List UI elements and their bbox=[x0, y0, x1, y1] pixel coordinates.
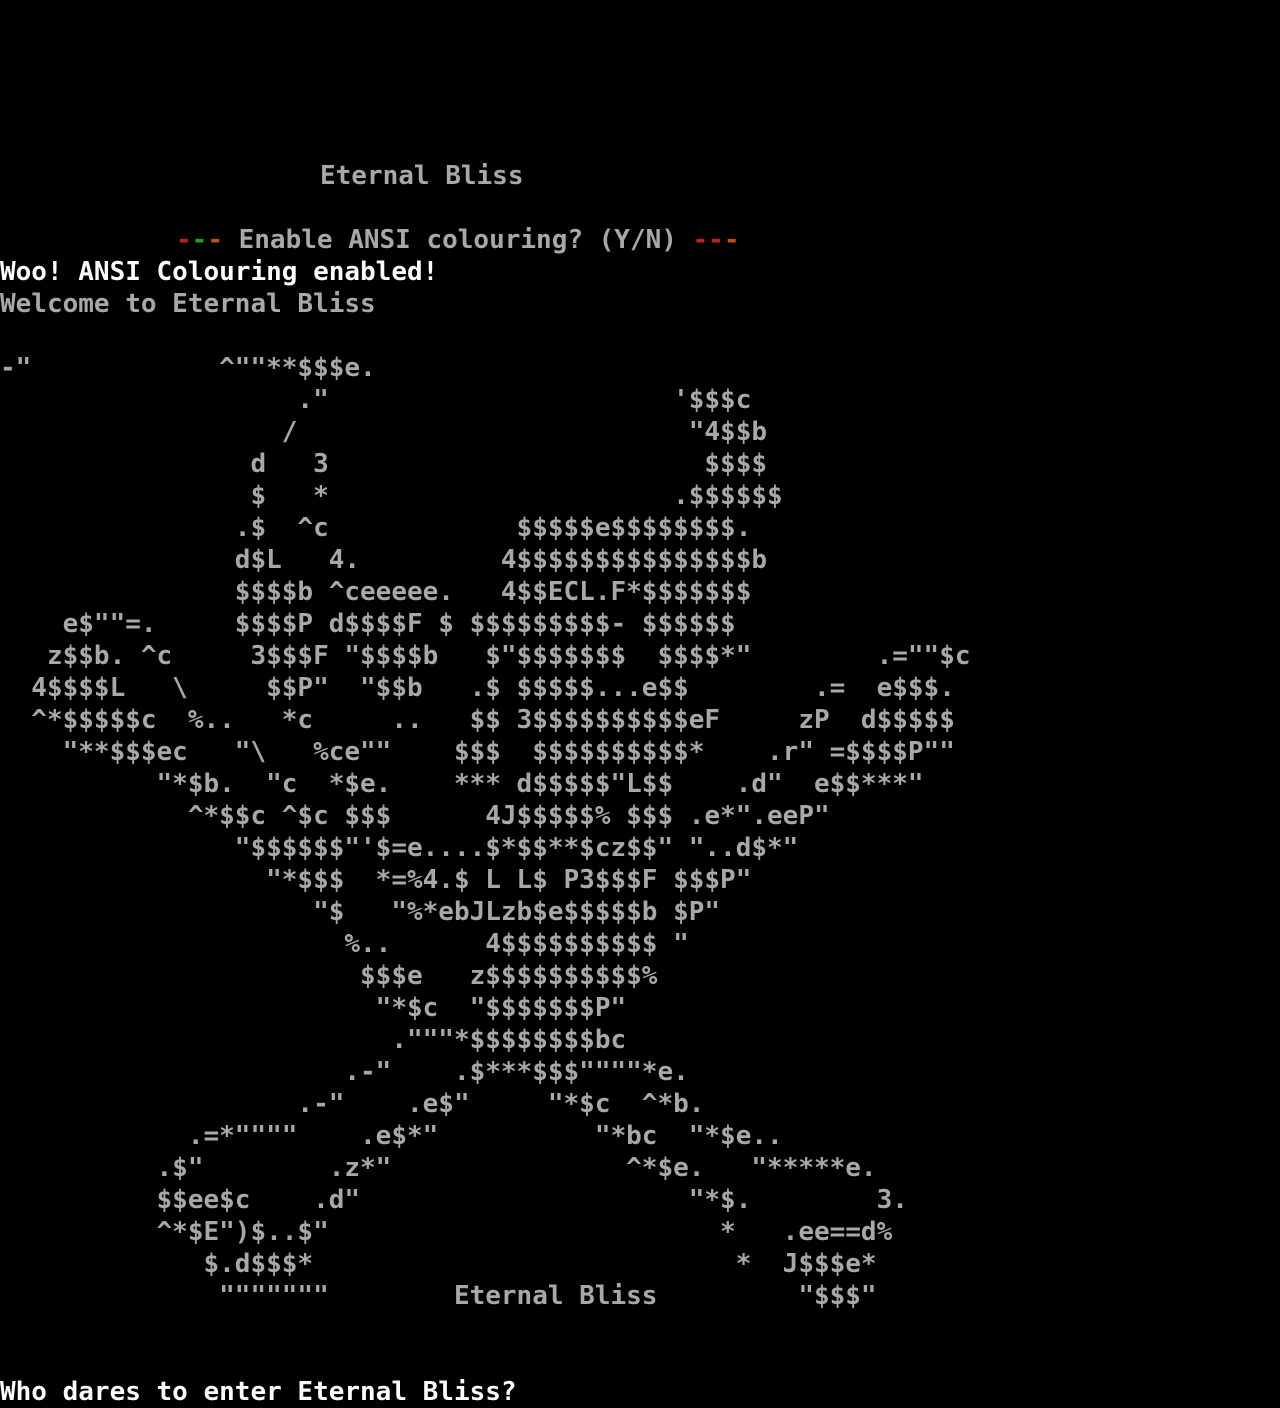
title-line: Eternal Bliss bbox=[320, 161, 524, 191]
ansi-enabled-message: Woo! ANSI Colouring enabled! bbox=[0, 257, 439, 287]
dash-red-right-2: - bbox=[708, 225, 724, 255]
dash-red-right: - bbox=[692, 225, 709, 255]
dash-orange-left: - bbox=[207, 225, 223, 255]
ansi-prompt-text: Enable ANSI colouring? (Y/N) bbox=[222, 225, 693, 255]
terminal-window[interactable]: Eternal Bliss --- Enable ANSI colouring?… bbox=[0, 0, 1280, 1408]
login-prompt[interactable]: Who dares to enter Eternal Bliss? bbox=[0, 1376, 517, 1408]
login-prompt-text: Who dares to enter Eternal Bliss? bbox=[0, 1377, 517, 1407]
dash-orange-right: - bbox=[723, 225, 740, 255]
ascii-art-banner: -" ^""**$$$e. ." '$$$c / "4$$b d 3 $$$$ … bbox=[0, 353, 971, 1311]
dash-red-left: - bbox=[176, 225, 192, 255]
ansi-prompt-line: --- Enable ANSI colouring? (Y/N) --- bbox=[176, 224, 740, 256]
welcome-message: Welcome to Eternal Bliss bbox=[0, 289, 376, 319]
dash-green-left: - bbox=[191, 225, 208, 255]
